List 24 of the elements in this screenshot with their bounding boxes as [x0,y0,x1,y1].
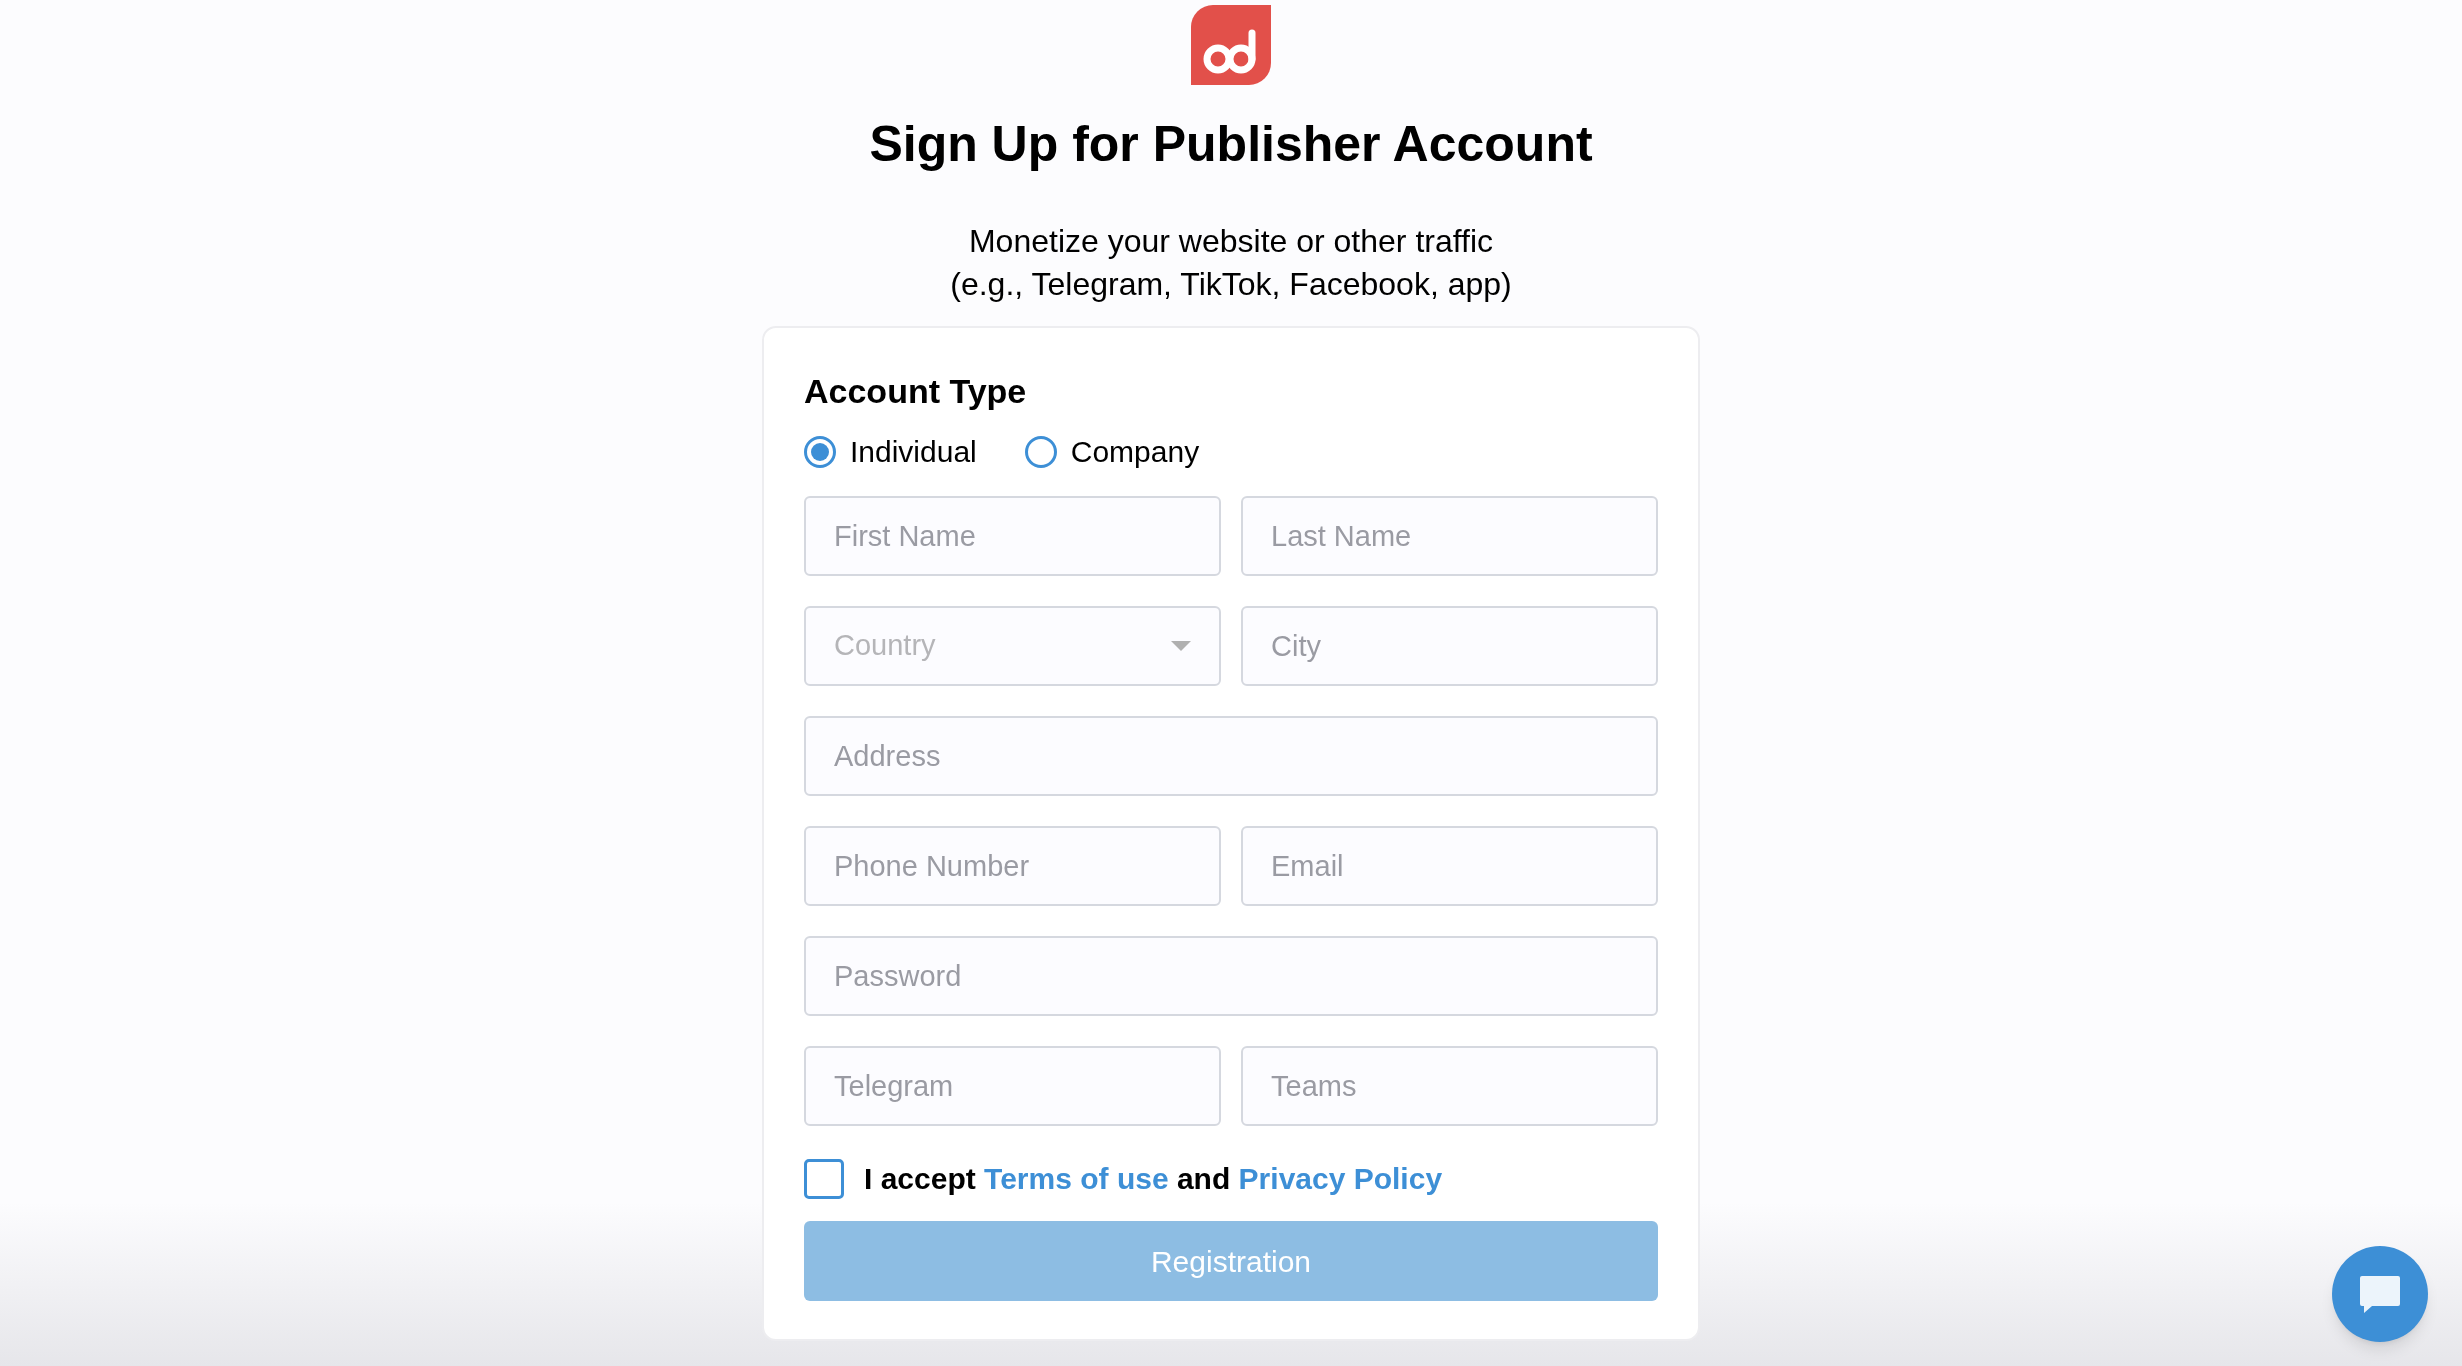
input-field[interactable]: Address [804,716,1658,796]
input-field[interactable]: Password [804,936,1658,1016]
chat-icon [2358,1274,2402,1314]
subtitle: (e.g., Telegram, TikTok, Facebook, app) [950,265,1512,304]
section-title: Account Type [804,371,1028,412]
radio-option[interactable]: Company [1024,429,1200,474]
input-field[interactable]: City [1241,606,1658,686]
input-field[interactable]: First Name [804,496,1221,576]
terms-text: I accept Terms of use and Privacy Policy [864,1161,1443,1197]
logo-icon [1191,5,1271,85]
input-field[interactable]: Telegram [804,1046,1221,1126]
terms-link[interactable]: Privacy Policy [1238,1162,1443,1195]
radio-option[interactable]: Individual [804,429,977,474]
terms-checkbox[interactable] [804,1158,844,1199]
input-field[interactable]: Phone Number [804,826,1221,906]
select-placeholder: Country [834,628,936,664]
terms-link[interactable]: Terms of use [984,1162,1169,1195]
input-field[interactable]: Last Name [1241,496,1658,576]
caret-icon [1171,641,1191,651]
subtitle: Monetize your website or other traffic [968,222,1494,261]
input-field[interactable]: Teams [1241,1046,1658,1126]
input-field[interactable]: Email [1241,826,1658,906]
country-select[interactable]: Country [804,606,1221,686]
page-title: Sign Up for Publisher Account [869,115,1593,174]
